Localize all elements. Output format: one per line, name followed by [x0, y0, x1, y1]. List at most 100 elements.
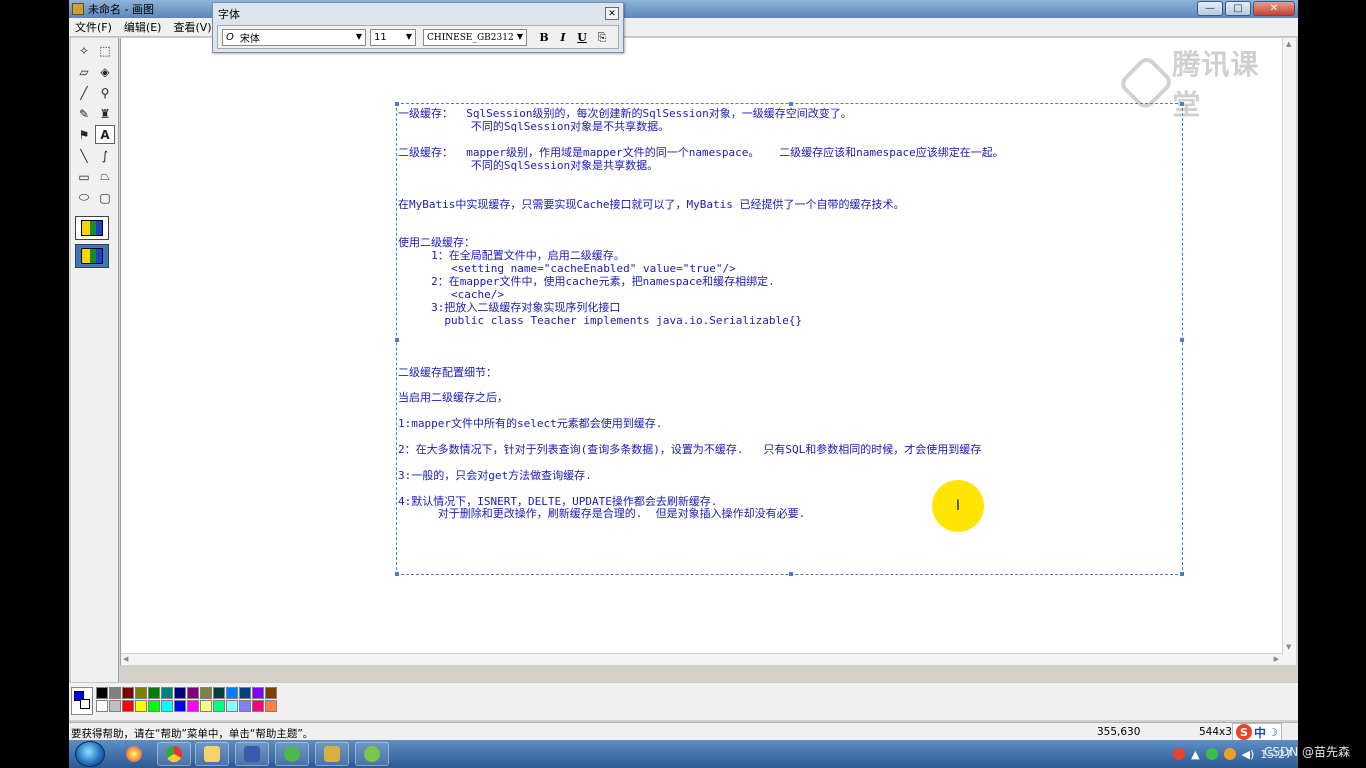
ime-toolbar[interactable]: S 中 ☽ — [1232, 723, 1282, 741]
color-swatch[interactable] — [239, 700, 251, 712]
start-button[interactable] — [75, 741, 105, 767]
pencil-icon[interactable]: ✎ — [74, 104, 94, 123]
text-line: 2：在大多数情况下，针对于列表查询(查询多条数据)，设置为不缓存. 只有SQL和… — [398, 443, 982, 456]
color-swatch[interactable] — [148, 687, 160, 699]
color-swatch[interactable] — [213, 700, 225, 712]
charset-select[interactable]: CHINESE_GB2312 ▼ — [423, 29, 527, 46]
color-swatch[interactable] — [96, 687, 108, 699]
underline-button[interactable]: U — [573, 29, 591, 46]
pinwheel-icon — [126, 746, 142, 762]
color-swatch[interactable] — [187, 700, 199, 712]
polygon-icon[interactable]: ⏢ — [95, 167, 115, 186]
resize-handle[interactable] — [789, 102, 793, 106]
vertical-scrollbar[interactable]: ▲ ▼ — [1282, 38, 1296, 665]
cursor-coordinates: 355,630 — [1097, 726, 1141, 738]
ime-mode-indicator[interactable]: 中 — [1254, 724, 1266, 741]
resize-handle[interactable] — [1180, 338, 1184, 342]
color-swatch[interactable] — [200, 687, 212, 699]
scroll-left-icon[interactable]: ◀ — [123, 655, 128, 663]
paint-taskbar-button[interactable] — [315, 742, 349, 766]
color-swatch[interactable] — [109, 687, 121, 699]
green-app-button[interactable] — [275, 742, 309, 766]
color-swatch[interactable] — [187, 687, 199, 699]
font-size-select[interactable]: 11 ▼ — [370, 29, 416, 46]
resize-handle[interactable] — [395, 338, 399, 342]
status-help-text: 要获得帮助，请在“帮助”菜单中，单击“帮助主题”。 — [71, 728, 314, 740]
color-swatch[interactable] — [252, 700, 264, 712]
search-tray-icon[interactable] — [1223, 748, 1236, 760]
resize-handle[interactable] — [1180, 102, 1184, 106]
airbrush-icon[interactable]: ⚑ — [74, 125, 94, 144]
scroll-right-icon[interactable]: ▶ — [1274, 655, 1279, 663]
curve-icon[interactable]: ∫ — [95, 146, 115, 165]
color-swatch[interactable] — [161, 700, 173, 712]
font-toolbar-close-button[interactable]: ✕ — [605, 7, 619, 20]
close-button[interactable]: ✕ — [1253, 1, 1295, 16]
color-swatch[interactable] — [174, 687, 186, 699]
eraser-icon[interactable]: ▱ — [74, 62, 94, 81]
opaque-background-option[interactable] — [75, 216, 109, 240]
network-icon[interactable] — [1205, 748, 1218, 760]
scroll-down-icon[interactable]: ▼ — [1286, 643, 1291, 651]
color-swatch[interactable] — [135, 700, 147, 712]
menu-edit[interactable]: 编辑(E) — [118, 19, 168, 35]
color-swatch[interactable] — [161, 687, 173, 699]
color-swatch[interactable] — [226, 687, 238, 699]
pinwheel-app-button[interactable] — [117, 742, 151, 766]
font-name-select[interactable]: O 宋体 ▼ — [222, 29, 366, 46]
horizontal-scrollbar[interactable]: ◀ ▶ — [121, 653, 1283, 665]
explorer-button[interactable] — [195, 742, 229, 766]
color-swatch[interactable] — [265, 687, 277, 699]
text-line: 3:把放入二级缓存对象实现序列化接口 — [398, 301, 621, 314]
bold-button[interactable]: B — [535, 29, 553, 46]
color-swatch[interactable] — [96, 700, 108, 712]
chrome-button[interactable] — [157, 742, 191, 766]
resize-handle[interactable] — [1180, 572, 1184, 576]
green-app-icon — [284, 746, 300, 762]
menu-file[interactable]: 文件(F) — [69, 19, 118, 35]
recorder-app-button[interactable] — [355, 742, 389, 766]
volume-icon[interactable]: ◀) — [1242, 748, 1255, 761]
brush-icon[interactable]: ♜ — [95, 104, 115, 123]
rect-select-icon[interactable]: ⬚ — [95, 41, 115, 60]
color-swatch[interactable] — [109, 700, 121, 712]
italic-button[interactable]: I — [554, 29, 572, 46]
fill-bucket-icon[interactable]: ◈ — [95, 62, 115, 81]
ellipse-icon[interactable]: ⬭ — [74, 188, 94, 207]
window-title: 未命名 - 画图 — [88, 3, 154, 16]
color-swatch[interactable] — [122, 700, 134, 712]
color-swatch[interactable] — [213, 687, 225, 699]
color-picker-icon[interactable]: ╱ — [74, 83, 94, 102]
drawing-canvas[interactable]: 腾讯课堂 一级缓存： SqlSession级别的，每次创建新的SqlSessio… — [121, 38, 1283, 662]
minimize-button[interactable]: — — [1197, 1, 1223, 16]
maximize-button[interactable]: □ — [1225, 1, 1251, 16]
color-swatch[interactable] — [174, 700, 186, 712]
color-swatch[interactable] — [252, 687, 264, 699]
line-icon[interactable]: ╲ — [74, 146, 94, 165]
color-swatch[interactable] — [200, 700, 212, 712]
transparent-background-option[interactable] — [75, 244, 109, 268]
scroll-up-icon[interactable]: ▲ — [1286, 40, 1291, 48]
magnifier-icon[interactable]: ⚲ — [95, 83, 115, 102]
resize-handle[interactable] — [789, 572, 793, 576]
resize-handle[interactable] — [395, 102, 399, 106]
menu-view[interactable]: 查看(V) — [167, 19, 217, 35]
free-select-icon[interactable]: ✧ — [74, 41, 94, 60]
color-swatch[interactable] — [265, 700, 277, 712]
rectangle-icon[interactable]: ▭ — [74, 167, 94, 186]
text-tool-icon[interactable]: A — [95, 125, 115, 144]
color-swatch[interactable] — [239, 687, 251, 699]
color-swatch[interactable] — [122, 687, 134, 699]
show-hidden-icons-icon[interactable]: ▲ — [1191, 748, 1199, 761]
media-app-button[interactable] — [235, 742, 269, 766]
sogou-tray-icon[interactable] — [1173, 748, 1186, 760]
color-swatch[interactable] — [148, 700, 160, 712]
rounded-rect-icon[interactable]: ▢ — [95, 188, 115, 207]
half-width-icon[interactable]: ☽ — [1268, 726, 1278, 739]
vertical-text-button[interactable]: ⎘ — [593, 29, 611, 46]
current-colors[interactable] — [71, 687, 93, 715]
resize-handle[interactable] — [395, 572, 399, 576]
text-box[interactable]: 一级缓存： SqlSession级别的，每次创建新的SqlSession对象，一… — [395, 102, 1184, 576]
color-swatch[interactable] — [226, 700, 238, 712]
color-swatch[interactable] — [135, 687, 147, 699]
